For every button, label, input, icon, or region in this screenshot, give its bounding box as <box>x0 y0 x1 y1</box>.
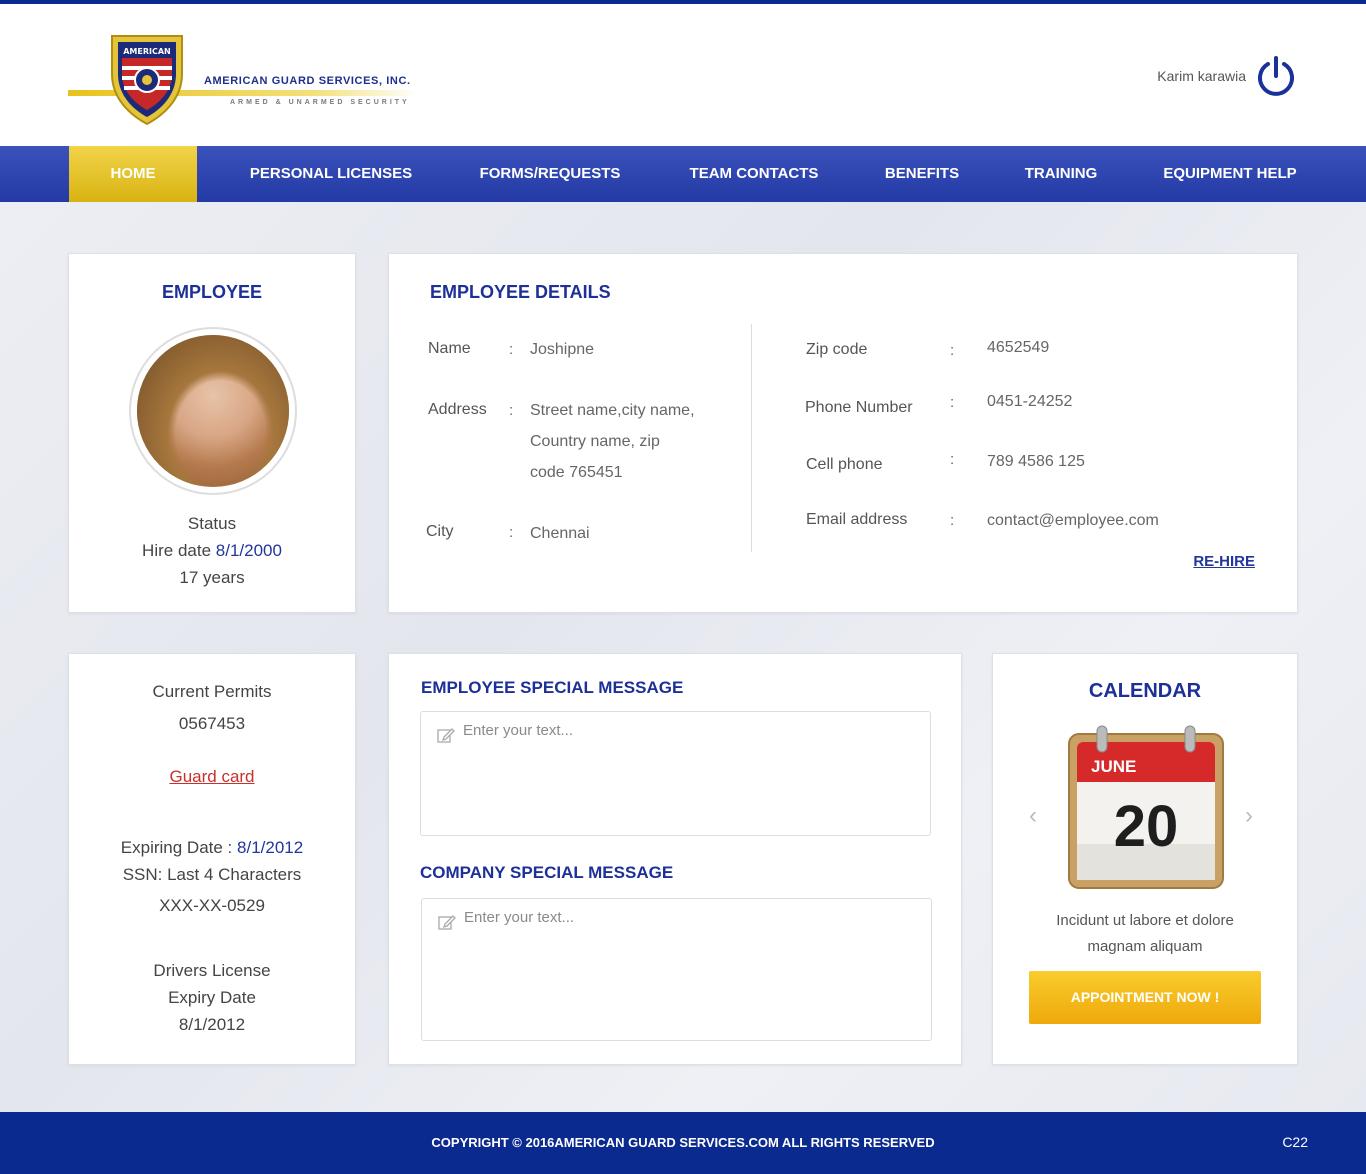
calendar-card: CALENDAR ‹ › JUNE 20 Incidunt ut labore … <box>992 653 1298 1065</box>
employee-message-box <box>420 711 931 836</box>
colon: : <box>509 341 514 358</box>
user-area: Karim karawia <box>1157 54 1298 98</box>
column-divider <box>751 324 752 552</box>
address-label: Address <box>428 401 487 418</box>
city-label: City <box>426 523 454 540</box>
expiring-line: Expiring Date : 8/1/2012 <box>69 838 355 858</box>
employee-title: EMPLOYEE <box>161 282 263 302</box>
nav-item-training[interactable]: TRAINING <box>1006 146 1116 202</box>
nav-item-forms-requests[interactable]: FORMS/REQUESTS <box>460 146 640 202</box>
city-value: Chennai <box>530 525 590 542</box>
appointment-button[interactable]: APPOINTMENT NOW ! <box>1029 971 1261 1024</box>
address-value: Street name,city name, Country name, zip… <box>530 395 695 488</box>
colon: : <box>950 342 955 359</box>
shield-badge-icon: AMERICAN <box>111 35 183 126</box>
expiring-label: Expiring Date : <box>120 838 233 857</box>
calendar-day: 20 <box>1114 794 1179 859</box>
address-line-2: Country name, zip <box>530 433 660 450</box>
copyright-text: COPYRIGHT © 2016AMERICAN GUARD SERVICES.… <box>431 1135 935 1150</box>
nav-item-benefits[interactable]: BENEFITS <box>868 146 976 202</box>
colon: : <box>950 451 955 468</box>
calendar-description: Incidunt ut labore et dolore magnam aliq… <box>1013 908 1277 960</box>
ssn-value: XXX-XX-0529 <box>159 896 265 915</box>
colon: : <box>950 512 955 529</box>
phone-label: Phone Number <box>805 399 913 416</box>
ssn-label: SSN: Last 4 Characters <box>122 865 302 884</box>
calendar-text-line-2: magnam aliquam <box>1087 938 1203 955</box>
permits-card: Current Permits 0567453 Guard card Expir… <box>68 653 356 1065</box>
colon: : <box>509 524 514 541</box>
tenure-value: 17 years <box>179 568 245 587</box>
colon: : <box>509 402 514 419</box>
main-nav: HOME PERSONAL LICENSES FORMS/REQUESTS TE… <box>0 146 1366 202</box>
dl-expiry-value: 8/1/2012 <box>178 1015 246 1034</box>
current-permits-value: 0567453 <box>178 714 246 733</box>
company-tagline: ARMED & UNARMED SECURITY <box>230 99 410 106</box>
messages-card: EMPLOYEE SPECIAL MESSAGE COMPANY SPECIAL… <box>388 653 962 1065</box>
cell-value: 789 4586 125 <box>987 453 1085 470</box>
zip-label: Zip code <box>806 341 868 358</box>
calendar-title: CALENDAR <box>1088 680 1202 702</box>
expiring-value: 8/1/2012 <box>237 838 304 857</box>
nav-item-team-contacts[interactable]: TEAM CONTACTS <box>672 146 836 202</box>
name-value: Joshipne <box>530 341 595 358</box>
nav-item-equipment-help[interactable]: EQUIPMENT HELP <box>1146 146 1314 202</box>
colon: : <box>950 394 955 411</box>
header: AMERICAN AMERICAN GUARD SERVICES, INC. A… <box>0 4 1366 146</box>
drivers-license-label: Drivers License <box>153 961 271 980</box>
user-name: Karim karawia <box>1157 68 1246 84</box>
email-value: contact@employee.com <box>987 512 1159 529</box>
zip-value: 4652549 <box>987 339 1050 356</box>
hire-date-label: Hire date <box>142 541 212 560</box>
avatar <box>129 327 297 495</box>
calendar-text-line-1: Incidunt ut labore et dolore <box>1056 912 1234 929</box>
company-message-box <box>421 898 932 1041</box>
power-icon[interactable] <box>1254 54 1298 98</box>
current-permits-label: Current Permits <box>152 682 272 701</box>
guard-card-link[interactable]: Guard card <box>169 767 254 786</box>
footer: COPYRIGHT © 2016AMERICAN GUARD SERVICES.… <box>0 1112 1366 1174</box>
employee-photo <box>137 335 289 487</box>
calendar-prev-arrow[interactable]: ‹ <box>1029 802 1037 830</box>
email-label: Email address <box>806 511 908 528</box>
company-message-input[interactable] <box>464 909 921 1030</box>
edit-icon <box>437 728 455 743</box>
calendar-date-icon: JUNE 20 <box>1068 725 1224 889</box>
hire-date-value: 8/1/2000 <box>215 541 282 560</box>
nav-item-personal-licenses[interactable]: PERSONAL LICENSES <box>232 146 430 202</box>
employee-details-card: EMPLOYEE DETAILS Name : Joshipne Address… <box>388 253 1298 613</box>
employee-message-title: EMPLOYEE SPECIAL MESSAGE <box>421 678 684 697</box>
phone-value: 0451-24252 <box>987 393 1073 410</box>
details-title: EMPLOYEE DETAILS <box>430 282 611 302</box>
nav-item-home[interactable]: HOME <box>69 146 197 202</box>
company-message-title: COMPANY SPECIAL MESSAGE <box>420 863 674 882</box>
address-line-1: Street name,city name, <box>530 402 695 419</box>
guard-card-line: Guard card <box>69 767 355 787</box>
address-line-3: code 765451 <box>530 464 623 481</box>
status-label: Status <box>187 514 237 533</box>
company-name: AMERICAN GUARD SERVICES, INC. <box>204 75 411 87</box>
footer-code: C22 <box>1282 1134 1308 1150</box>
calendar-month: JUNE <box>1091 757 1136 776</box>
employee-card: EMPLOYEE Status Hire date 8/1/2000 17 ye… <box>68 253 356 613</box>
rehire-link[interactable]: RE-HIRE <box>1193 553 1255 570</box>
dl-expiry-label: Expiry Date <box>168 988 256 1007</box>
calendar-next-arrow[interactable]: › <box>1245 802 1253 830</box>
name-label: Name <box>428 340 471 357</box>
company-logo[interactable]: AMERICAN AMERICAN GUARD SERVICES, INC. A… <box>68 30 428 132</box>
hire-date-line: Hire date 8/1/2000 <box>69 541 355 561</box>
svg-text:AMERICAN: AMERICAN <box>123 47 171 56</box>
cell-label: Cell phone <box>806 456 883 473</box>
employee-message-input[interactable] <box>463 722 920 825</box>
edit-icon <box>438 915 456 930</box>
